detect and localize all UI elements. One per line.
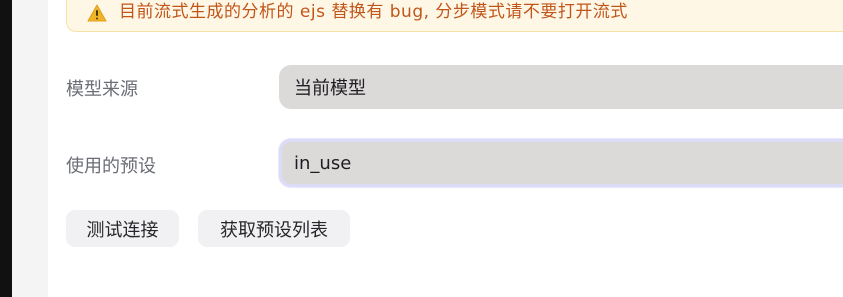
model-source-label: 模型来源 — [66, 79, 138, 100]
fetch-presets-button[interactable]: 获取预设列表 — [198, 210, 350, 247]
warning-banner: 目前流式生成的分析的 ejs 替换有 bug, 分步模式请不要打开流式 — [66, 0, 843, 32]
settings-panel: 目前流式生成的分析的 ejs 替换有 bug, 分步模式请不要打开流式 模型来源… — [48, 0, 843, 297]
window-edge — [0, 0, 12, 297]
model-source-select[interactable]: 当前模型 — [279, 65, 843, 109]
test-connection-button[interactable]: 测试连接 — [66, 210, 179, 247]
preset-label: 使用的预设 — [66, 156, 156, 177]
preset-input[interactable]: in_use — [279, 139, 843, 187]
warning-text: 目前流式生成的分析的 ejs 替换有 bug, 分步模式请不要打开流式 — [119, 2, 628, 22]
warning-triangle-icon — [87, 4, 107, 22]
